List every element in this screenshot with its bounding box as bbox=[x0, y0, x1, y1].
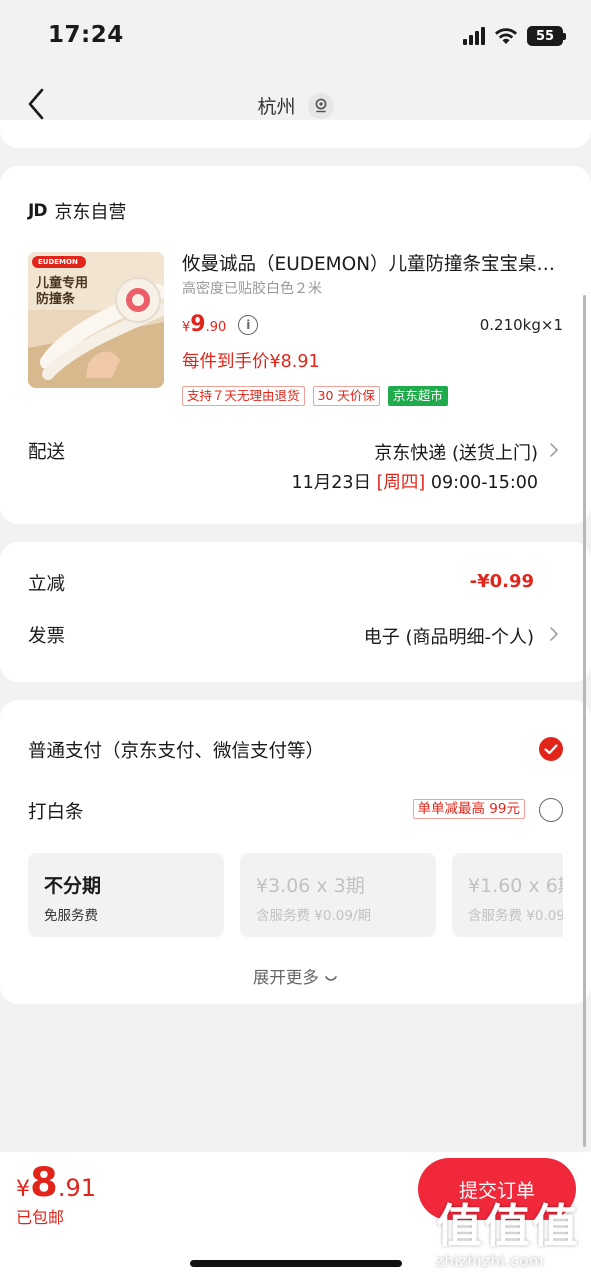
baitiao-promo-tag: 单单减最高 99元 bbox=[412, 799, 525, 819]
chevron-down-icon bbox=[325, 975, 337, 981]
normal-payment-label[interactable]: 普通支付（京东支付、微信支付等） bbox=[28, 737, 324, 763]
battery-icon: 55 bbox=[527, 26, 566, 46]
plan-subtitle: 免服务费 bbox=[44, 908, 98, 924]
weight-quantity: 0.210kg×1 bbox=[479, 316, 563, 334]
plan-6-installments[interactable]: ¥1.60 x 6期 含服务费 ¥0.09/期 bbox=[452, 853, 563, 937]
info-icon[interactable]: i bbox=[238, 314, 259, 335]
jd-logo: JD bbox=[28, 201, 47, 221]
jd-supermarket-tag: 京东超市 bbox=[387, 386, 448, 406]
status-icons: 55 bbox=[463, 26, 566, 46]
discount-invoice-card: 立减 -¥0.99 发票 电子 (商品明细-个人) bbox=[0, 542, 591, 682]
product-image-brand: EUDEMON bbox=[38, 258, 78, 266]
plan-title: ¥1.60 x 6期 bbox=[468, 875, 563, 897]
price-symbol: ¥ bbox=[182, 320, 191, 335]
plan-subtitle: 含服务费 ¥0.09/期 bbox=[468, 908, 563, 924]
status-bar: 17:24 55 bbox=[0, 0, 591, 76]
header-divider-card bbox=[0, 120, 591, 148]
delivery-date: 11月23日 bbox=[291, 473, 371, 493]
discount-label: 立减 bbox=[28, 574, 66, 595]
chevron-right-icon[interactable] bbox=[549, 442, 559, 458]
payment-card: 普通支付（京东支付、微信支付等） 打白条 单单减最高 99元 不分期 免服务费 … bbox=[0, 700, 591, 1004]
watermark: 值值值 zhizhizhi.com bbox=[436, 1202, 581, 1278]
return-policy-tag: 支持７天无理由退货 bbox=[182, 386, 305, 406]
delivery-weekday: [周四] bbox=[376, 473, 426, 493]
price-integer: 9 bbox=[190, 312, 206, 337]
cellular-signal-icon bbox=[463, 27, 485, 45]
product-price: ¥ 9 .90 i bbox=[182, 312, 259, 337]
plan-title: ¥3.06 x 3期 bbox=[256, 875, 365, 897]
scrollbar[interactable] bbox=[583, 295, 586, 1147]
free-shipping-label: 已包邮 bbox=[16, 1208, 65, 1227]
product-title[interactable]: 攸曼诚品（EUDEMON）儿童防撞条宝宝桌角防撞贴 bbox=[182, 250, 566, 276]
normal-payment-radio[interactable] bbox=[539, 737, 563, 761]
unit-final-price: 每件到手价¥8.91 bbox=[182, 352, 320, 372]
price-protect-tag: 30 天价保 bbox=[312, 386, 380, 406]
home-indicator[interactable] bbox=[190, 1260, 402, 1267]
discount-value: -¥0.99 bbox=[469, 571, 534, 592]
plan-title: 不分期 bbox=[44, 875, 102, 897]
invoice-label: 发票 bbox=[28, 626, 66, 647]
order-item-card: JD 京东自营 EUDEMON 儿童专用 防撞条 攸曼诚品（EUDEMON）儿童… bbox=[0, 166, 591, 524]
watermark-logo: 值值值 bbox=[436, 1199, 580, 1253]
shop-row[interactable]: JD 京东自营 bbox=[28, 198, 126, 224]
installment-plans[interactable]: 不分期 免服务费 ¥3.06 x 3期 含服务费 ¥0.09/期 ¥1.60 x… bbox=[28, 853, 563, 937]
expand-more-label: 展开更多 bbox=[252, 968, 319, 987]
delivery-schedule[interactable]: 11月23日 [周四] 09:00-15:00 bbox=[291, 469, 538, 494]
product-spec: 高密度已贴胶白色２米 bbox=[182, 281, 322, 297]
total-decimal: .91 bbox=[57, 1174, 97, 1202]
plan-no-installment[interactable]: 不分期 免服务费 bbox=[28, 853, 224, 937]
price-decimal: .90 bbox=[205, 320, 227, 335]
delivery-method[interactable]: 京东快递 (送货上门) bbox=[374, 439, 538, 465]
status-time: 17:24 bbox=[48, 22, 124, 48]
plan-3-installments[interactable]: ¥3.06 x 3期 含服务费 ¥0.09/期 bbox=[240, 853, 436, 937]
baitiao-radio[interactable] bbox=[539, 798, 563, 822]
invoice-value[interactable]: 电子 (商品明细-个人) bbox=[364, 623, 534, 649]
chevron-right-icon[interactable] bbox=[549, 626, 559, 642]
total-price: ¥ 8 .91 bbox=[16, 1160, 96, 1206]
product-image-text-2: 防撞条 bbox=[36, 292, 76, 307]
plan-subtitle: 含服务费 ¥0.09/期 bbox=[256, 908, 371, 924]
delivery-time: 09:00-15:00 bbox=[430, 473, 538, 493]
watermark-url: zhizhizhi.com bbox=[436, 1252, 544, 1270]
service-tags: 支持７天无理由退货 30 天价保 京东超市 bbox=[182, 386, 448, 406]
baitiao-label[interactable]: 打白条 bbox=[28, 798, 84, 824]
delivery-label: 配送 bbox=[28, 442, 66, 463]
total-symbol: ¥ bbox=[16, 1177, 30, 1202]
product-image[interactable]: EUDEMON 儿童专用 防撞条 bbox=[28, 252, 164, 388]
page-title: 杭州 bbox=[257, 96, 296, 118]
expand-more-button[interactable]: 展开更多 bbox=[0, 964, 591, 988]
shop-name: 京东自营 bbox=[54, 202, 127, 223]
total-integer: 8 bbox=[30, 1160, 58, 1206]
location-icon[interactable] bbox=[307, 92, 334, 119]
wifi-icon bbox=[495, 28, 517, 44]
check-icon bbox=[544, 743, 558, 754]
